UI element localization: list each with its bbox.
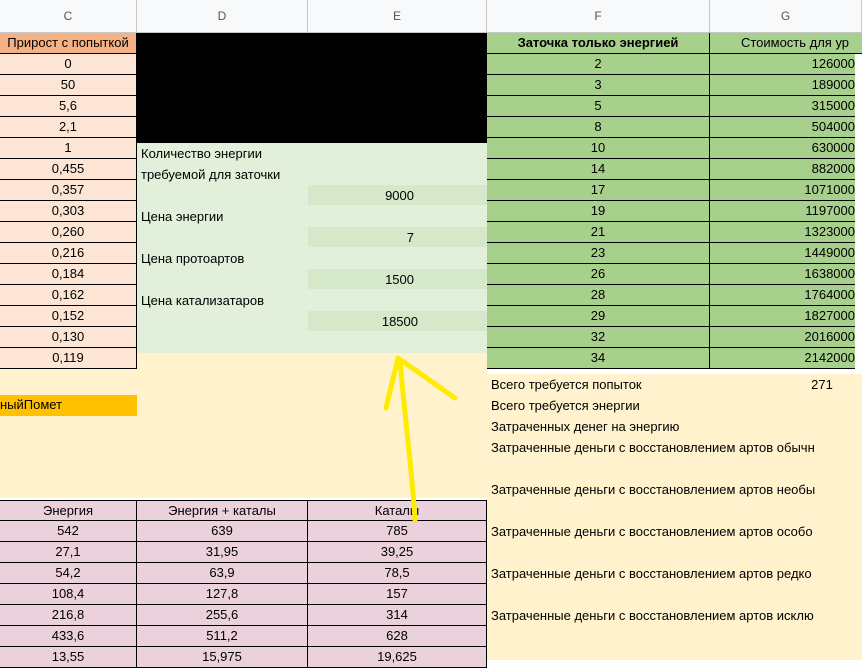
arrow-annotation [383,355,458,523]
arrow-head [383,355,458,411]
arrow-shaft [397,357,418,523]
